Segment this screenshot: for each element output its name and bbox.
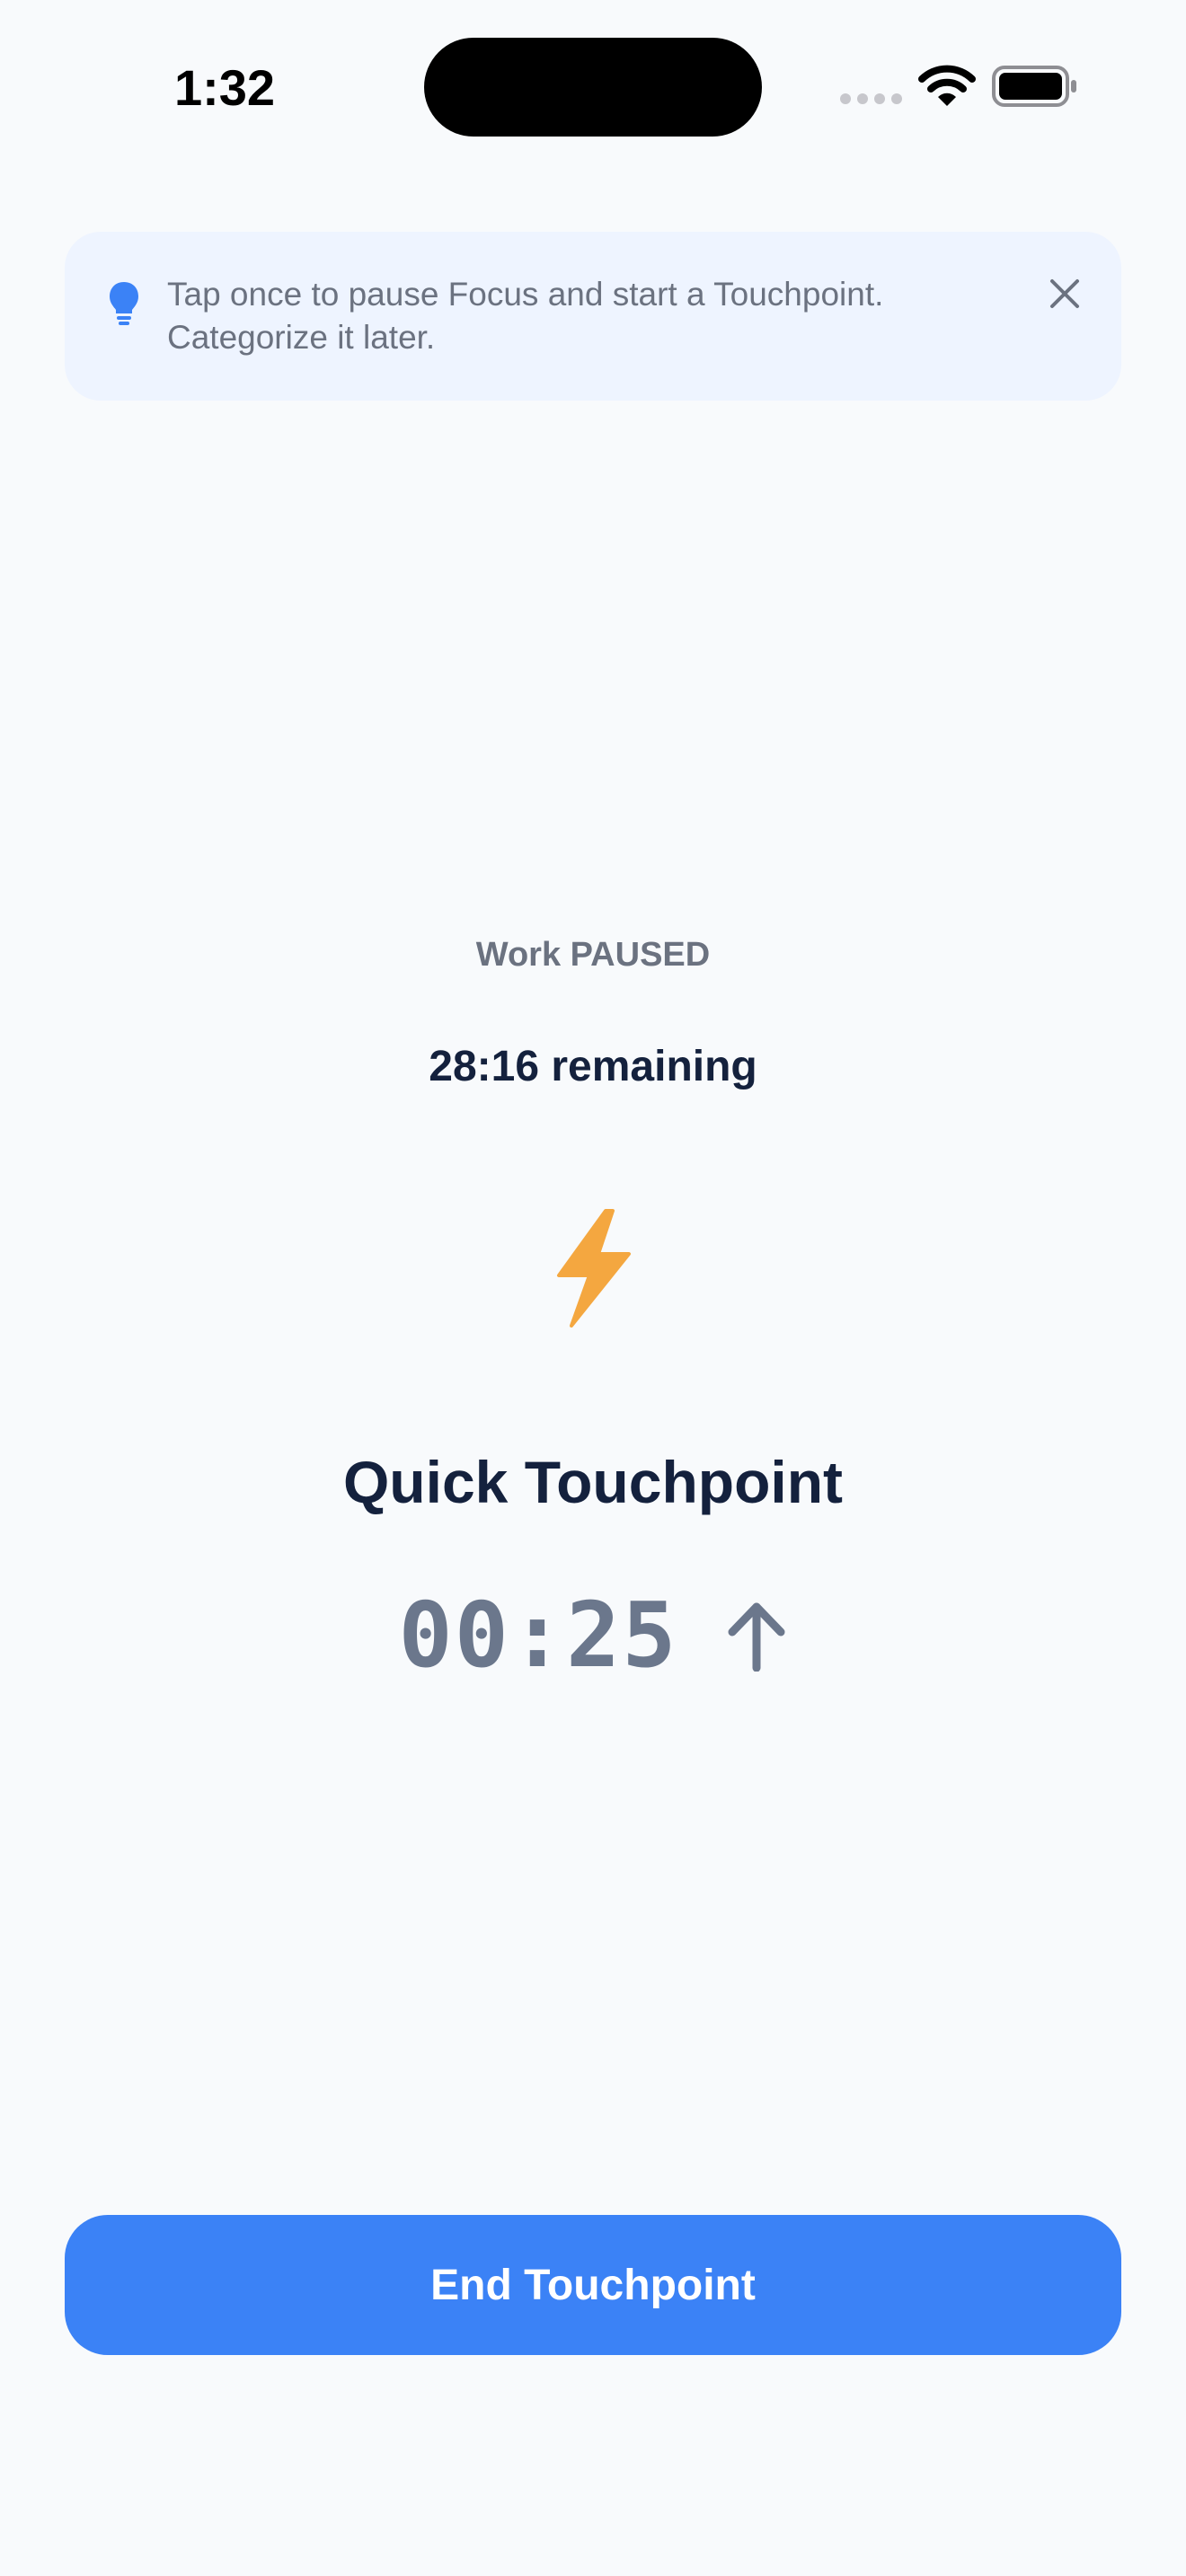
arrow-up-icon	[728, 1602, 785, 1672]
lightning-bolt-icon	[557, 1209, 631, 1328]
lightbulb-icon	[110, 282, 138, 325]
end-touchpoint-button[interactable]: End Touchpoint	[65, 2215, 1121, 2355]
cellular-signal-icon	[840, 93, 902, 104]
wifi-icon	[918, 65, 976, 106]
touchpoint-title: Quick Touchpoint	[342, 1449, 844, 1515]
remaining-time-label: 28:16 remaining	[429, 1043, 757, 1090]
paused-status-label: Work PAUSED	[475, 936, 711, 974]
elapsed-timer: 00:25	[398, 1583, 678, 1688]
battery-icon	[992, 66, 1076, 107]
tip-text: Tap once to pause Focus and start a Touc…	[167, 276, 884, 356]
end-touchpoint-label: End Touchpoint	[430, 2261, 756, 2309]
status-time: 1:32	[173, 59, 276, 116]
close-icon[interactable]	[1044, 273, 1085, 314]
elapsed-row: 00:25	[0, 1586, 1186, 1685]
dynamic-island	[424, 38, 762, 137]
tip-banner: Tap once to pause Focus and start a Touc…	[65, 232, 1121, 401]
